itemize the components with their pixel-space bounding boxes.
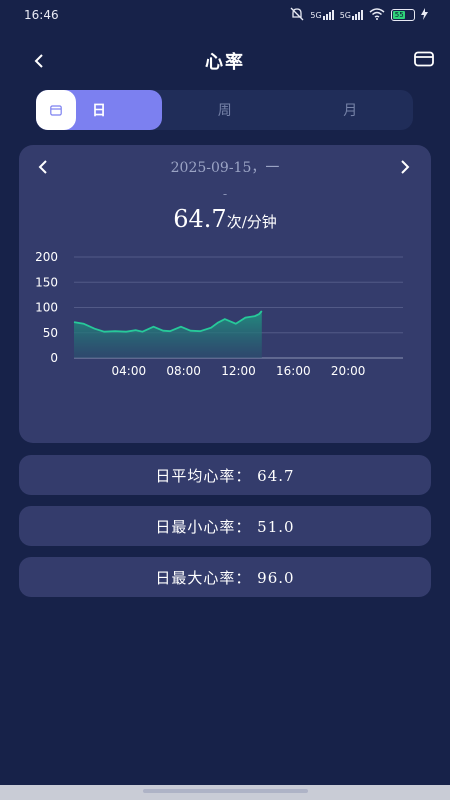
page-title: 心率 [205, 52, 245, 73]
app-header: 心率 [0, 40, 450, 82]
calendar-icon-box [36, 90, 76, 130]
x-tick-label: 12:00 [221, 364, 256, 378]
status-icons: 5G 5G 55 [290, 7, 428, 24]
chevron-left-icon [34, 54, 43, 68]
average-heart-rate: 日平均心率： 64.7 [19, 455, 431, 495]
wifi-icon [369, 7, 385, 23]
charging-icon [421, 7, 428, 23]
x-tick-label: 16:00 [276, 364, 311, 378]
x-tick-label: 04:00 [112, 364, 147, 378]
y-tick-label: 0 [50, 351, 58, 365]
heart-rate-chart[interactable]: 0 50 100 150 200 04:00 08:00 12:00 16:00 20:00 [19, 245, 431, 385]
heart-rate-unit: 次/分钟 [226, 213, 277, 231]
x-tick-label: 08:00 [166, 364, 201, 378]
y-tick-label: 50 [43, 326, 58, 340]
chevron-right-icon [401, 160, 410, 174]
status-time: 16:46 [24, 8, 59, 22]
x-tick-label: 20:00 [331, 364, 366, 378]
heart-rate-value: 64.7次/分钟 [19, 205, 431, 233]
home-indicator[interactable] [143, 789, 308, 793]
tab-week-label: 周 [217, 103, 232, 119]
heart-rate-chart-card: 2025-09-15，一 - 64.7次/分钟 0 50 100 150 200 04:0… [19, 145, 431, 443]
card-button[interactable] [414, 50, 434, 68]
tab-day-label: 日 [92, 103, 106, 119]
selected-point-label: - [222, 187, 228, 201]
back-button[interactable] [26, 48, 52, 74]
card-icon [414, 51, 434, 67]
status-bar: 16:46 5G 5G 55 [0, 0, 450, 30]
maximum-heart-rate: 日最大心率： 96.0 [19, 557, 431, 597]
tab-month[interactable]: 月 [288, 90, 414, 130]
period-tabs: 日 周 月 [36, 90, 413, 130]
selected-date: 2025-09-15，一 [170, 160, 280, 176]
minimum-heart-rate: 日最小心率： 51.0 [19, 506, 431, 546]
tab-day[interactable]: 日 [36, 90, 162, 130]
heart-rate-number: 64.7 [173, 205, 227, 233]
tab-month-label: 月 [343, 103, 358, 119]
signal-icon: 5G [310, 10, 334, 20]
next-day-button[interactable] [393, 155, 417, 179]
battery-level: 55 [393, 11, 406, 19]
battery-icon: 55 [391, 9, 415, 21]
signal-icon-2: 5G [340, 10, 363, 20]
y-tick-label: 200 [35, 250, 58, 264]
y-tick-label: 150 [35, 275, 58, 289]
y-tick-label: 100 [35, 301, 58, 315]
tab-week[interactable]: 周 [162, 90, 288, 130]
heart-rate-area [74, 311, 262, 358]
mute-icon [290, 7, 304, 24]
calendar-icon [50, 104, 62, 116]
